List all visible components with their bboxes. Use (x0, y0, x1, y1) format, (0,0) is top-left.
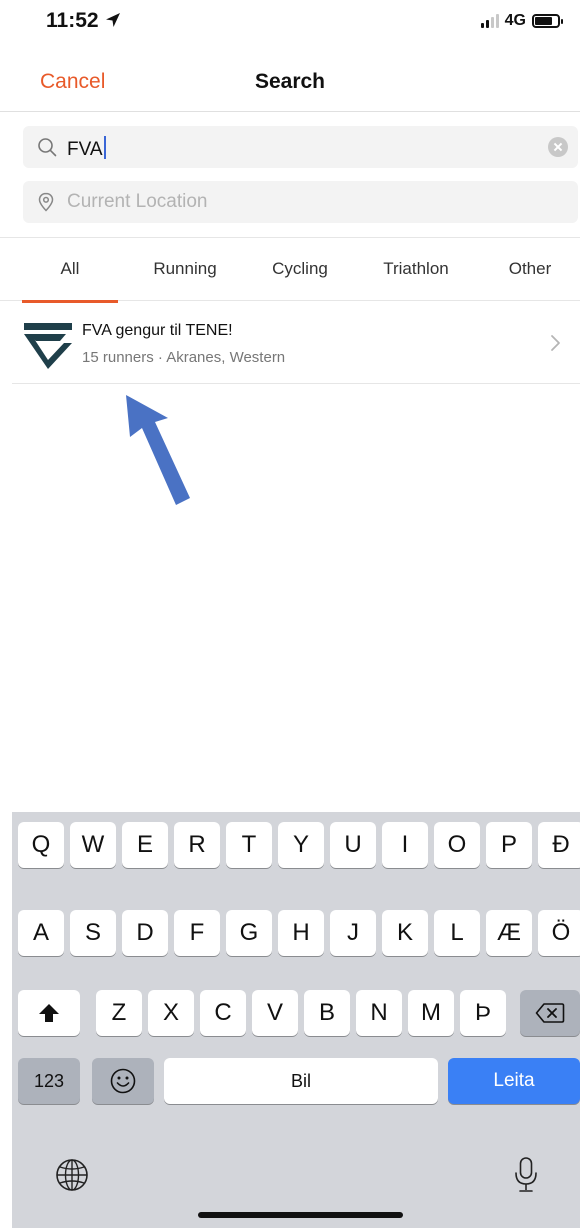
key[interactable]: P (486, 822, 532, 868)
globe-icon[interactable] (54, 1157, 90, 1193)
key[interactable]: E (122, 822, 168, 868)
key[interactable]: B (304, 990, 350, 1036)
key[interactable]: J (330, 910, 376, 956)
key[interactable]: H (278, 910, 324, 956)
numbers-key[interactable]: 123 (18, 1058, 80, 1104)
key[interactable]: O (434, 822, 480, 868)
cellular-signal-icon (480, 14, 499, 28)
key[interactable]: L (434, 910, 480, 956)
key[interactable]: I (382, 822, 428, 868)
key[interactable]: Þ (460, 990, 506, 1036)
category-tabs: All Running Cycling Triathlon Other (0, 237, 580, 303)
club-result-row[interactable]: FVA gengur til TENE! 15 runners · Akrane… (12, 302, 580, 384)
key[interactable]: G (226, 910, 272, 956)
backspace-icon (535, 1003, 565, 1023)
search-input[interactable]: FVA (23, 126, 578, 168)
key[interactable]: N (356, 990, 402, 1036)
cancel-button[interactable]: Cancel (40, 70, 105, 94)
status-indicators: 4G (480, 12, 563, 30)
club-logo-icon (24, 323, 72, 369)
home-indicator (198, 1212, 403, 1218)
search-icon (38, 138, 57, 157)
tab-label: Other (508, 259, 552, 278)
key[interactable]: K (382, 910, 428, 956)
key[interactable]: Y (278, 822, 324, 868)
key[interactable]: V (252, 990, 298, 1036)
clear-search-icon[interactable] (548, 137, 568, 157)
tab-cycling[interactable]: Cycling (250, 238, 350, 302)
key[interactable]: U (330, 822, 376, 868)
key[interactable]: Z (96, 990, 142, 1036)
key[interactable]: F (174, 910, 220, 956)
key[interactable]: M (408, 990, 454, 1036)
tab-label: Running (153, 259, 217, 278)
club-name: FVA gengur til TENE! (82, 322, 233, 339)
key[interactable]: X (148, 990, 194, 1036)
key[interactable]: S (70, 910, 116, 956)
network-type: 4G (504, 12, 526, 29)
chevron-right-icon (551, 335, 560, 351)
tab-label: All (60, 259, 80, 278)
emoji-key[interactable] (92, 1058, 154, 1104)
tab-other[interactable]: Other (490, 238, 570, 302)
status-time: 11:52 (46, 9, 99, 32)
location-input[interactable]: Current Location (23, 181, 578, 223)
nav-bar: Cancel Search (0, 56, 580, 112)
search-go-key[interactable]: Leita (448, 1058, 580, 1104)
tab-all[interactable]: All (22, 238, 118, 303)
emoji-icon (110, 1068, 136, 1094)
space-key[interactable]: Bil (164, 1058, 438, 1104)
battery-icon (532, 14, 563, 28)
key[interactable]: T (226, 822, 272, 868)
location-placeholder: Current Location (67, 191, 208, 212)
location-arrow-icon (106, 13, 120, 27)
key[interactable]: A (18, 910, 64, 956)
club-details: 15 runners · Akranes, Western (82, 349, 286, 366)
key[interactable]: Ö (538, 910, 580, 956)
keyboard: Q W E R T Y U I O P Ð A S D F G H J K L … (12, 812, 580, 1228)
tab-running[interactable]: Running (135, 238, 235, 302)
key[interactable]: R (174, 822, 220, 868)
search-input-value: FVA (67, 139, 103, 160)
tab-triathlon[interactable]: Triathlon (364, 238, 468, 302)
annotation-arrow-icon (126, 395, 190, 505)
text-cursor (103, 136, 106, 159)
key[interactable]: Q (18, 822, 64, 868)
key[interactable]: C (200, 990, 246, 1036)
backspace-key[interactable] (520, 990, 580, 1036)
location-pin-icon (38, 192, 54, 212)
key[interactable]: Æ (486, 910, 532, 956)
microphone-icon[interactable] (512, 1155, 540, 1195)
shift-icon (39, 1004, 59, 1022)
key[interactable]: D (122, 910, 168, 956)
shift-key[interactable] (18, 990, 80, 1036)
key[interactable]: W (70, 822, 116, 868)
key[interactable]: Ð (538, 822, 580, 868)
tab-label: Triathlon (383, 259, 449, 278)
status-bar: 11:52 4G (0, 0, 580, 44)
tab-label: Cycling (272, 259, 328, 278)
